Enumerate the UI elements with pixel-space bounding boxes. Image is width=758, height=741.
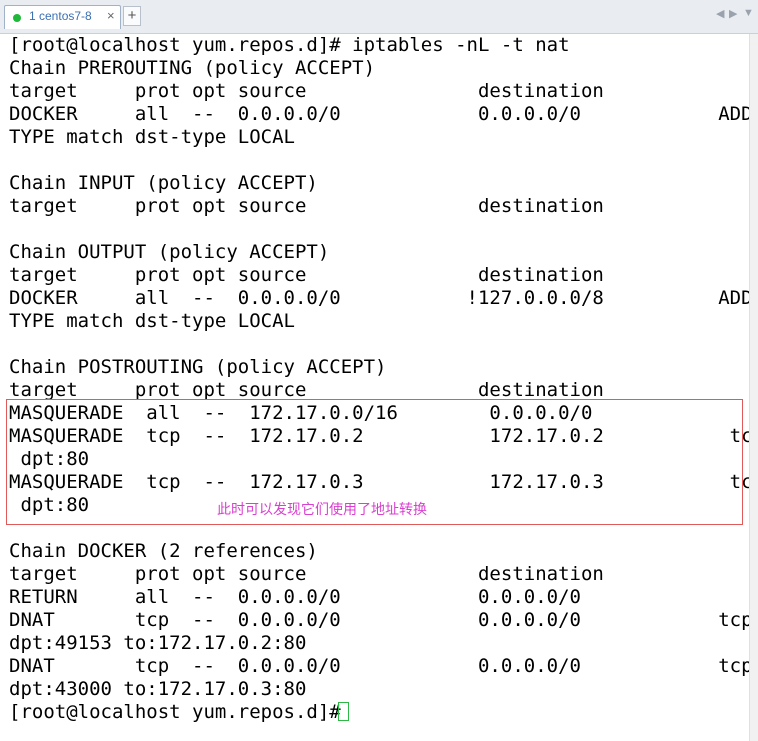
terminal-line: dpt:49153 to:172.17.0.2:80 bbox=[9, 632, 307, 654]
terminal-line: Chain INPUT (policy ACCEPT) bbox=[9, 172, 318, 194]
terminal-line: target prot opt source destination bbox=[9, 264, 604, 286]
terminal-line: Chain PREROUTING (policy ACCEPT) bbox=[9, 57, 376, 79]
terminal-line: [root@localhost yum.repos.d]# iptables -… bbox=[9, 34, 570, 56]
tab-list-menu-icon[interactable]: ▼ bbox=[743, 7, 754, 19]
terminal-line: Chain OUTPUT (policy ACCEPT) bbox=[9, 241, 330, 263]
terminal-line: DNAT tcp -- 0.0.0.0/0 0.0.0.0/0 tcp bbox=[9, 655, 753, 677]
close-tab-icon[interactable]: × bbox=[107, 8, 115, 23]
terminal-line: Chain POSTROUTING (policy ACCEPT) bbox=[9, 356, 387, 378]
terminal-line: [root@localhost yum.repos.d]# bbox=[9, 701, 353, 723]
terminal-line: Chain DOCKER (2 references) bbox=[9, 540, 318, 562]
nat-annotation: 此时可以发现它们使用了地址转换 bbox=[217, 502, 427, 518]
session-tab[interactable]: 1 centos7-8 × bbox=[4, 5, 121, 29]
terminal-line: RETURN all -- 0.0.0.0/0 0.0.0.0/0 bbox=[9, 586, 581, 608]
terminal-output[interactable]: [root@localhost yum.repos.d]# iptables -… bbox=[0, 34, 758, 741]
terminal-line: target prot opt source destination bbox=[9, 195, 604, 217]
terminal-line: TYPE match dst-type LOCAL bbox=[9, 126, 295, 148]
connection-status-icon bbox=[13, 14, 21, 22]
terminal-line: TYPE match dst-type LOCAL bbox=[9, 310, 295, 332]
scroll-tabs-left-icon[interactable]: ◀ bbox=[716, 7, 724, 20]
session-tab-label[interactable]: 1 centos7-8 bbox=[29, 9, 92, 23]
terminal-line: target prot opt source destination bbox=[9, 80, 604, 102]
terminal-cursor bbox=[338, 702, 349, 721]
terminal-line: target prot opt source destination bbox=[9, 563, 604, 585]
terminal-line: DOCKER all -- 0.0.0.0/0 0.0.0.0/0 ADDR bbox=[9, 103, 758, 125]
terminal-line: DOCKER all -- 0.0.0.0/0 !127.0.0.0/8 ADD… bbox=[9, 287, 758, 309]
terminal-line: DNAT tcp -- 0.0.0.0/0 0.0.0.0/0 tcp bbox=[9, 609, 753, 631]
terminal-line: dpt:43000 to:172.17.0.3:80 bbox=[9, 678, 307, 700]
new-tab-button[interactable]: + bbox=[123, 6, 141, 26]
terminal-scrollbar[interactable] bbox=[749, 34, 758, 741]
tab-bar: 1 centos7-8 × + ◀ ▶ ▼ bbox=[0, 0, 758, 34]
scroll-tabs-right-icon[interactable]: ▶ bbox=[729, 7, 737, 20]
